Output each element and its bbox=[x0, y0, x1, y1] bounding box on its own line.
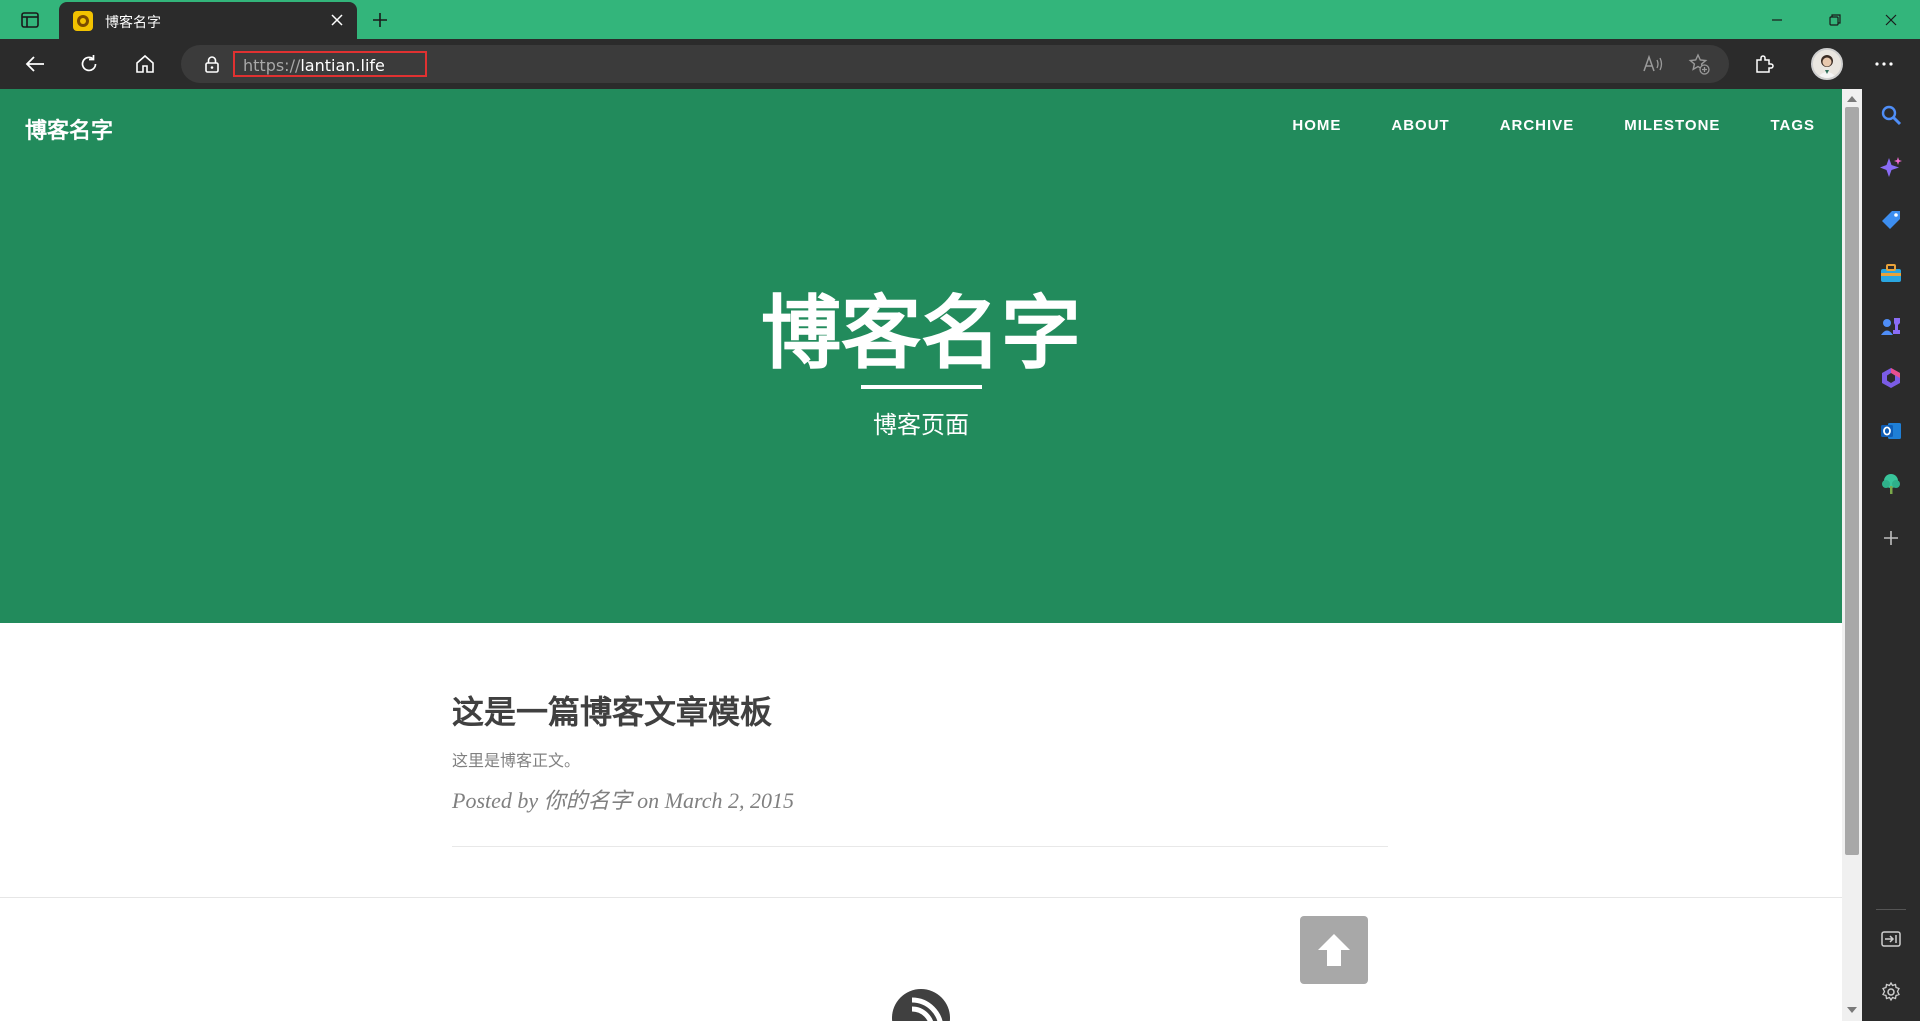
favorite-star-icon bbox=[1688, 53, 1710, 75]
site-favicon-icon bbox=[73, 11, 93, 31]
window-close-button[interactable] bbox=[1862, 0, 1920, 39]
read-aloud-button[interactable] bbox=[1642, 52, 1666, 76]
sidebar-tools[interactable] bbox=[1879, 261, 1903, 285]
puzzle-icon bbox=[1756, 55, 1774, 73]
hero-header: 博客名字 HOME ABOUT ARCHIVE MILESTONE TAGS 博… bbox=[0, 89, 1842, 623]
nav-tags[interactable]: TAGS bbox=[1770, 117, 1815, 134]
home-button[interactable] bbox=[129, 48, 161, 80]
scroll-down-arrow-icon[interactable] bbox=[1846, 1005, 1858, 1015]
address-bar[interactable]: https://lantian.life bbox=[181, 45, 1729, 83]
read-aloud-icon bbox=[1643, 55, 1663, 72]
post-preview: 这是一篇博客文章模板 这里是博客正文。 Posted by 你的名字 on Ma… bbox=[452, 687, 1388, 815]
settings-icon bbox=[1882, 982, 1900, 1002]
sidebar-office[interactable] bbox=[1879, 366, 1903, 390]
nav-archive[interactable]: ARCHIVE bbox=[1500, 117, 1575, 134]
page-viewport: 博客名字 HOME ABOUT ARCHIVE MILESTONE TAGS 博… bbox=[0, 89, 1842, 1021]
restore-button[interactable] bbox=[1806, 0, 1864, 39]
sidebar-tree[interactable] bbox=[1879, 472, 1903, 496]
site-brand-link[interactable]: 博客名字 bbox=[25, 113, 113, 145]
close-icon bbox=[1885, 14, 1897, 25]
minimize-icon bbox=[1772, 18, 1782, 21]
post-divider bbox=[452, 846, 1388, 847]
nav-milestone[interactable]: MILESTONE bbox=[1624, 117, 1720, 134]
url-highlight-box: https://lantian.life bbox=[233, 51, 427, 77]
arrow-up-icon bbox=[1318, 934, 1350, 966]
post-meta-on: on bbox=[631, 788, 665, 813]
sidebar-outlook[interactable] bbox=[1879, 419, 1903, 443]
tab-actions-button[interactable] bbox=[16, 8, 44, 32]
shopping-tag-icon bbox=[1882, 211, 1900, 229]
post-title-link[interactable]: 这是一篇博客文章模板 bbox=[452, 687, 1388, 733]
sidebar-games[interactable] bbox=[1879, 314, 1903, 338]
plus-icon bbox=[373, 13, 387, 27]
rss-feed-button[interactable] bbox=[892, 989, 950, 1021]
post-subtitle[interactable]: 这里是博客正文。 bbox=[452, 747, 1388, 771]
hero-subtitle: 博客页面 bbox=[873, 411, 969, 439]
post-meta-prefix: Posted by bbox=[452, 788, 544, 813]
office-icon bbox=[1882, 368, 1900, 388]
search-icon bbox=[1881, 105, 1902, 126]
tree-icon bbox=[1882, 474, 1900, 494]
active-tab[interactable]: 博客名字 bbox=[59, 2, 357, 39]
minimize-button[interactable] bbox=[1748, 0, 1806, 39]
nav-about[interactable]: ABOUT bbox=[1391, 117, 1449, 134]
back-to-top-button[interactable] bbox=[1300, 916, 1368, 984]
settings-and-more-button[interactable] bbox=[1868, 48, 1900, 80]
nav-home[interactable]: HOME bbox=[1292, 117, 1341, 134]
copilot-icon bbox=[1880, 157, 1902, 177]
url-host: lantian.life bbox=[300, 56, 385, 75]
tools-icon bbox=[1881, 264, 1901, 282]
restore-icon bbox=[1829, 13, 1841, 26]
close-icon bbox=[331, 14, 343, 26]
sidebar-search[interactable] bbox=[1879, 103, 1903, 127]
sidebar-copilot[interactable] bbox=[1879, 156, 1903, 180]
scroll-thumb[interactable] bbox=[1845, 107, 1859, 855]
sidebar-add[interactable] bbox=[1879, 526, 1903, 550]
sidebar-shopping[interactable] bbox=[1879, 208, 1903, 232]
home-icon bbox=[136, 54, 154, 73]
hero-title: 博客名字 bbox=[761, 287, 1081, 380]
back-button[interactable] bbox=[19, 48, 51, 80]
add-icon bbox=[1884, 531, 1898, 545]
url-field[interactable]: https://lantian.life bbox=[243, 56, 385, 75]
tab-actions-icon bbox=[21, 12, 39, 28]
page-scrollbar[interactable] bbox=[1842, 89, 1862, 1021]
rss-icon bbox=[911, 997, 943, 1021]
browser-toolbar: https://lantian.life bbox=[0, 39, 1920, 89]
post-meta: Posted by 你的名字 on March 2, 2015 bbox=[452, 783, 1388, 815]
sidebar-hide[interactable] bbox=[1879, 927, 1903, 951]
hide-sidebar-icon bbox=[1881, 931, 1901, 947]
more-dots-icon bbox=[1875, 62, 1893, 66]
games-icon bbox=[1881, 318, 1900, 335]
tab-close-button[interactable] bbox=[327, 10, 347, 30]
sidebar-settings[interactable] bbox=[1879, 980, 1903, 1004]
edge-sidebar bbox=[1862, 89, 1920, 1021]
footer-divider bbox=[0, 897, 1842, 898]
lock-icon[interactable] bbox=[203, 55, 221, 73]
sidebar-separator bbox=[1876, 909, 1906, 910]
add-favorite-button[interactable] bbox=[1687, 52, 1711, 76]
post-date: March 2, 2015 bbox=[664, 788, 795, 813]
scroll-up-arrow-icon[interactable] bbox=[1846, 93, 1858, 103]
refresh-icon bbox=[81, 55, 97, 72]
hero-divider bbox=[861, 385, 982, 389]
tab-title: 博客名字 bbox=[105, 15, 161, 31]
profile-photo-icon bbox=[1813, 50, 1841, 78]
profile-avatar[interactable] bbox=[1811, 48, 1843, 80]
main-nav: HOME ABOUT ARCHIVE MILESTONE TAGS bbox=[1242, 117, 1815, 134]
extensions-button[interactable] bbox=[1748, 48, 1780, 80]
new-tab-button[interactable] bbox=[366, 6, 394, 34]
back-arrow-icon bbox=[25, 56, 44, 72]
post-author-link[interactable]: 你的名字 bbox=[544, 788, 632, 813]
outlook-icon bbox=[1881, 423, 1901, 439]
refresh-button[interactable] bbox=[73, 48, 105, 80]
url-scheme: https:// bbox=[243, 56, 301, 75]
tab-strip: 博客名字 bbox=[0, 0, 1920, 39]
